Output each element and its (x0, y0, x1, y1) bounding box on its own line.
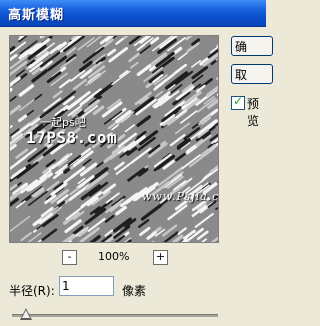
window-title: 高斯模糊 (8, 8, 65, 23)
reset-button-label: 取 (235, 68, 248, 82)
radius-slider-track[interactable] (12, 314, 218, 317)
radius-label: 半径(R): (9, 284, 55, 298)
watermark-url: www.Psjia.com (142, 190, 219, 203)
unit-label: 像素 (122, 284, 147, 298)
zoom-in-button[interactable]: + (153, 250, 168, 265)
preview-image[interactable]: 一起ps吧 17PS8.com www.Psjia.com (9, 35, 219, 243)
ok-button-label: 确 (235, 40, 248, 54)
preview-label: 预览 (247, 97, 260, 128)
reset-button[interactable]: 取 (231, 64, 273, 84)
radius-slider-thumb[interactable] (20, 308, 32, 320)
title-bar[interactable]: 高斯模糊 (0, 0, 266, 27)
zoom-level: 100% (98, 250, 130, 263)
preview-checkbox[interactable]: ✓ (231, 94, 245, 110)
plus-icon: + (155, 250, 166, 263)
ok-button[interactable]: 确 (231, 36, 273, 56)
check-mark-icon: ✓ (233, 94, 244, 108)
radius-input[interactable]: 1 (59, 276, 114, 296)
watermark-logo: 17PS8.com (26, 128, 118, 147)
zoom-out-button[interactable]: - (62, 250, 77, 265)
minus-icon: - (67, 250, 72, 263)
